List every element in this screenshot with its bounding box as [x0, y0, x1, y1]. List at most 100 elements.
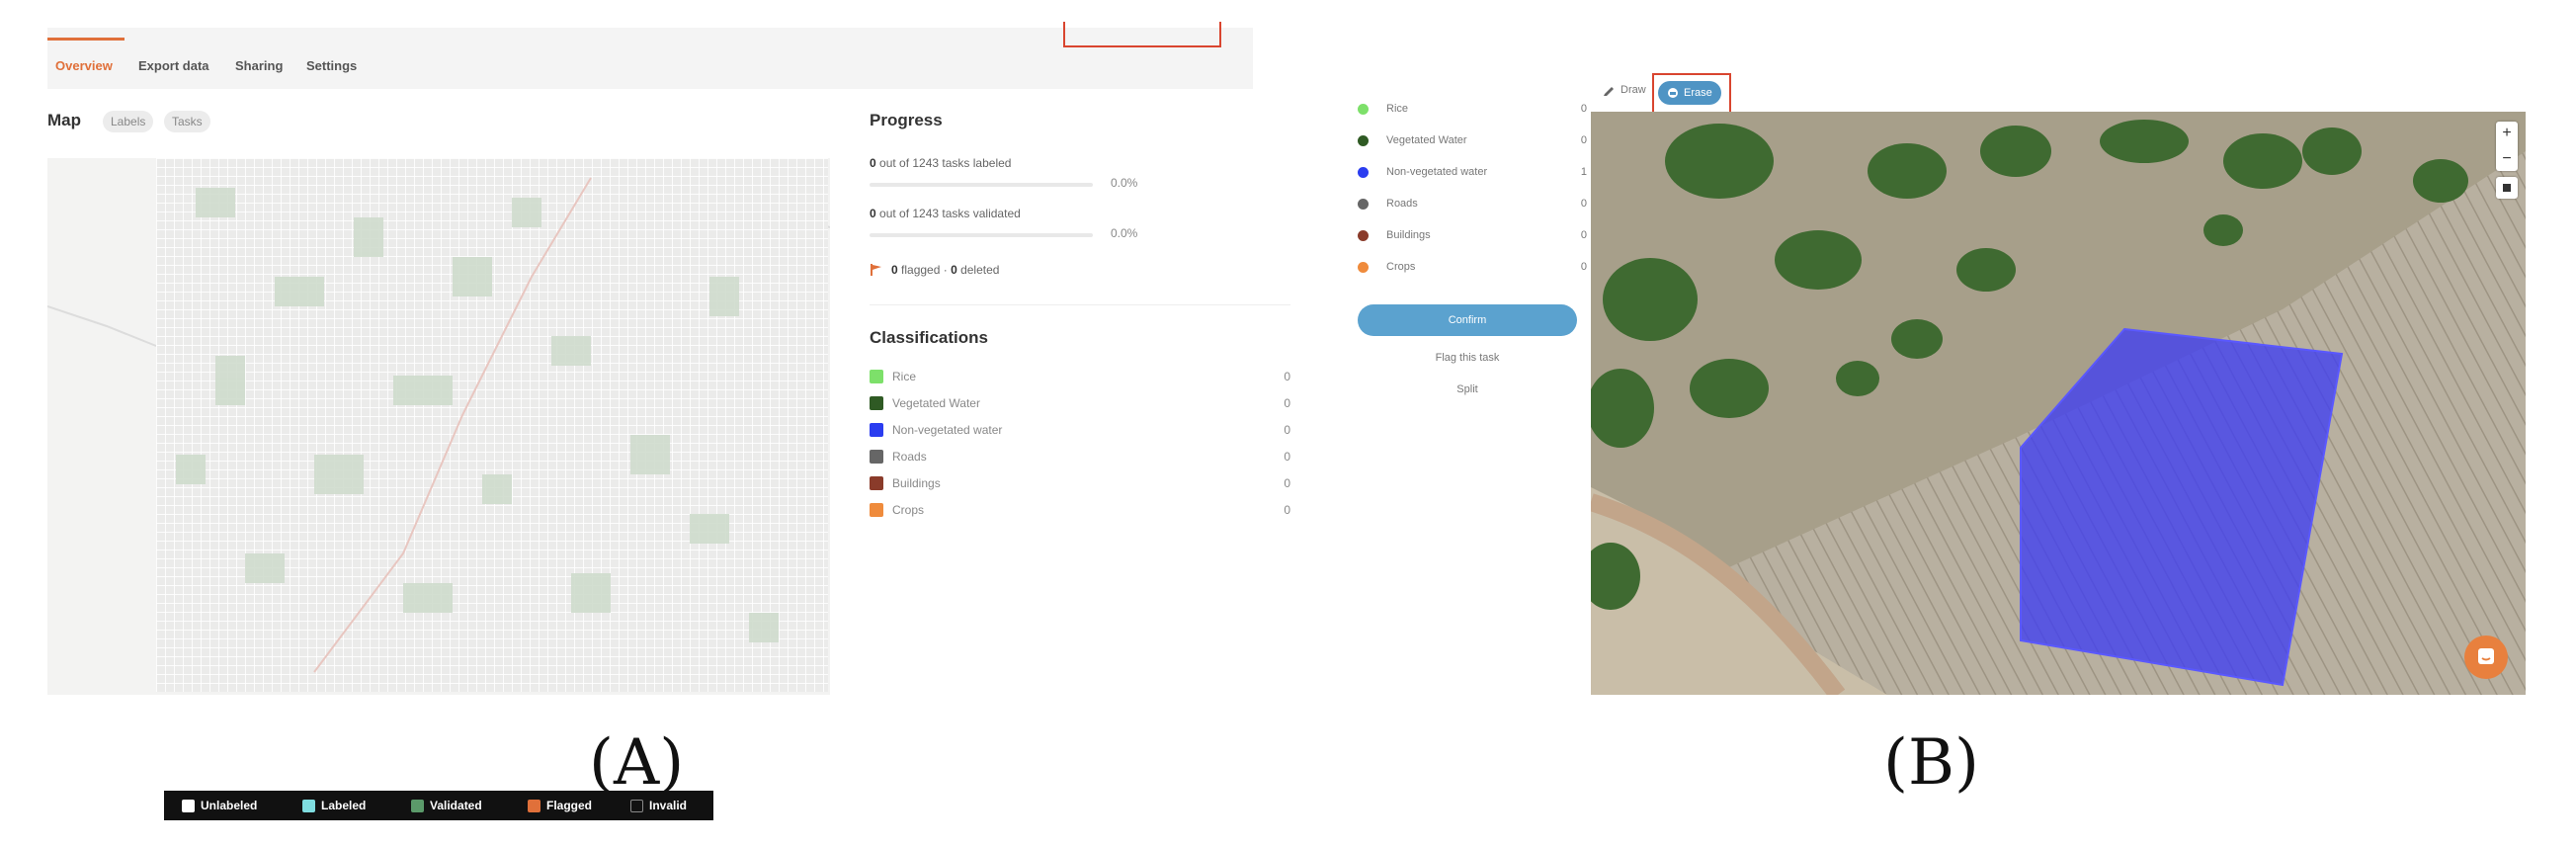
layers-icon — [2503, 184, 2511, 192]
classification-label: Buildings — [892, 476, 941, 490]
class-dot — [1358, 198, 1369, 210]
class-count: 1 — [1580, 166, 1587, 178]
legend-flagged: Flagged — [528, 799, 592, 812]
chip-tasks[interactable]: Tasks — [164, 111, 210, 132]
classification-swatch — [870, 450, 883, 464]
class-label: Buildings — [1386, 229, 1431, 241]
legend-invalid: Invalid — [630, 799, 687, 812]
tab-settings[interactable]: Settings — [306, 58, 357, 73]
flagged-text: flagged · — [897, 263, 952, 277]
caption-a: (A) — [589, 726, 685, 800]
zoom-out-button[interactable]: − — [2496, 147, 2518, 171]
class-option-non-vegetated-water[interactable]: Non-vegetated water 1 — [1358, 164, 1587, 180]
validated-progress-text: 0 out of 1243 tasks validated — [870, 207, 1021, 220]
zoom-controls: + − — [2496, 122, 2518, 171]
deleted-text: deleted — [956, 263, 1000, 277]
aerial-imagery-map[interactable]: + − — [1591, 112, 2526, 695]
legend-labeled: Labeled — [302, 799, 366, 812]
map-vegetation-overlay — [176, 177, 779, 673]
tab-export-data[interactable]: Export data — [138, 58, 209, 73]
labeled-progress-bar — [870, 183, 1093, 187]
caption-b: (B) — [1883, 726, 1979, 800]
class-label: Crops — [1386, 261, 1416, 273]
class-dot — [1358, 103, 1369, 115]
flag-icon — [871, 264, 881, 276]
class-label: Rice — [1386, 103, 1409, 115]
classification-label: Roads — [892, 450, 927, 464]
draw-tool[interactable]: Draw — [1603, 84, 1646, 96]
classification-rice: Rice 0 — [870, 368, 1290, 385]
classification-count: 0 — [1284, 396, 1290, 410]
labeled-progress-text: 0 out of 1243 tasks labeled — [870, 156, 1011, 170]
zoom-in-button[interactable]: + — [2496, 122, 2518, 145]
validated-text: out of 1243 tasks validated — [875, 207, 1021, 220]
divider — [870, 304, 1290, 305]
classification-non-vegetated-water: Non-vegetated water 0 — [870, 421, 1290, 439]
class-option-roads[interactable]: Roads 0 — [1358, 196, 1587, 212]
legend-label: Flagged — [546, 799, 593, 812]
task-map[interactable]: Unlabeled Labeled Validated Flagged Inva… — [47, 158, 830, 820]
legend-swatch — [302, 799, 315, 812]
classification-count: 0 — [1284, 450, 1290, 464]
chip-labels[interactable]: Labels — [103, 111, 154, 132]
class-option-vegetated-water[interactable]: Vegetated Water 0 — [1358, 132, 1587, 148]
classification-label: Crops — [892, 503, 925, 517]
classification-buildings: Buildings 0 — [870, 474, 1290, 492]
tab-sharing[interactable]: Sharing — [235, 58, 283, 73]
chat-button[interactable] — [2464, 635, 2508, 679]
flag-task-link[interactable]: Flag this task — [1350, 352, 1585, 364]
tab-overview[interactable]: Overview — [55, 58, 113, 73]
legend-label: Labeled — [321, 799, 367, 812]
active-tab-indicator — [47, 38, 125, 41]
legend-swatch — [411, 799, 424, 812]
split-link[interactable]: Split — [1350, 383, 1585, 395]
layers-button[interactable] — [2496, 177, 2518, 199]
class-option-crops[interactable]: Crops 0 — [1358, 259, 1587, 275]
validated-progress-bar — [870, 233, 1093, 237]
flagged-count: 0 — [891, 263, 898, 277]
legend-swatch — [182, 799, 195, 812]
classification-count: 0 — [1284, 423, 1290, 437]
aerial-image — [1591, 112, 2526, 695]
classifications-title: Classifications — [870, 328, 988, 347]
class-dot — [1358, 261, 1369, 273]
classification-swatch — [870, 396, 883, 410]
class-count: 0 — [1580, 103, 1587, 115]
legend-label: Unlabeled — [201, 799, 258, 812]
panel-a-project-overview: Overview Export data Sharing Settings Ma… — [47, 22, 1290, 820]
class-count: 0 — [1580, 261, 1587, 273]
labeled-count: 0 — [870, 156, 876, 170]
classification-vegetated-water: Vegetated Water 0 — [870, 394, 1290, 412]
legend-swatch — [630, 799, 643, 812]
classification-roads: Roads 0 — [870, 448, 1290, 466]
chat-icon — [2478, 648, 2494, 664]
classification-crops: Crops 0 — [870, 501, 1290, 519]
map-title: Map — [47, 111, 81, 129]
validated-count: 0 — [870, 207, 876, 220]
draw-label: Draw — [1620, 84, 1646, 96]
class-option-rice[interactable]: Rice 0 — [1358, 101, 1587, 117]
classification-count: 0 — [1284, 503, 1290, 517]
class-count: 0 — [1580, 229, 1587, 241]
classification-count: 0 — [1284, 476, 1290, 490]
classification-swatch — [870, 476, 883, 490]
class-label: Vegetated Water — [1386, 134, 1467, 146]
classification-label: Non-vegetated water — [892, 423, 1003, 437]
pencil-icon — [1604, 87, 1614, 96]
class-count: 0 — [1580, 134, 1587, 146]
tab-bar: Overview Export data Sharing Settings — [47, 22, 1253, 89]
labeled-percent: 0.0% — [1111, 176, 1138, 190]
progress-title: Progress — [870, 111, 943, 129]
task-grid[interactable] — [156, 158, 828, 692]
confirm-button[interactable]: Confirm — [1358, 304, 1577, 336]
classification-label: Vegetated Water — [892, 396, 980, 410]
legend-validated: Validated — [411, 799, 482, 812]
validated-percent: 0.0% — [1111, 226, 1138, 240]
legend-swatch — [528, 799, 540, 812]
panel-b-labeling-task: Rice 0 Vegetated Water 0 Non-vegetated w… — [1350, 73, 2526, 696]
classification-swatch — [870, 423, 883, 437]
class-dot — [1358, 134, 1369, 146]
class-option-buildings[interactable]: Buildings 0 — [1358, 227, 1587, 243]
deleted-count: 0 — [951, 263, 957, 277]
classification-label: Rice — [892, 370, 917, 383]
